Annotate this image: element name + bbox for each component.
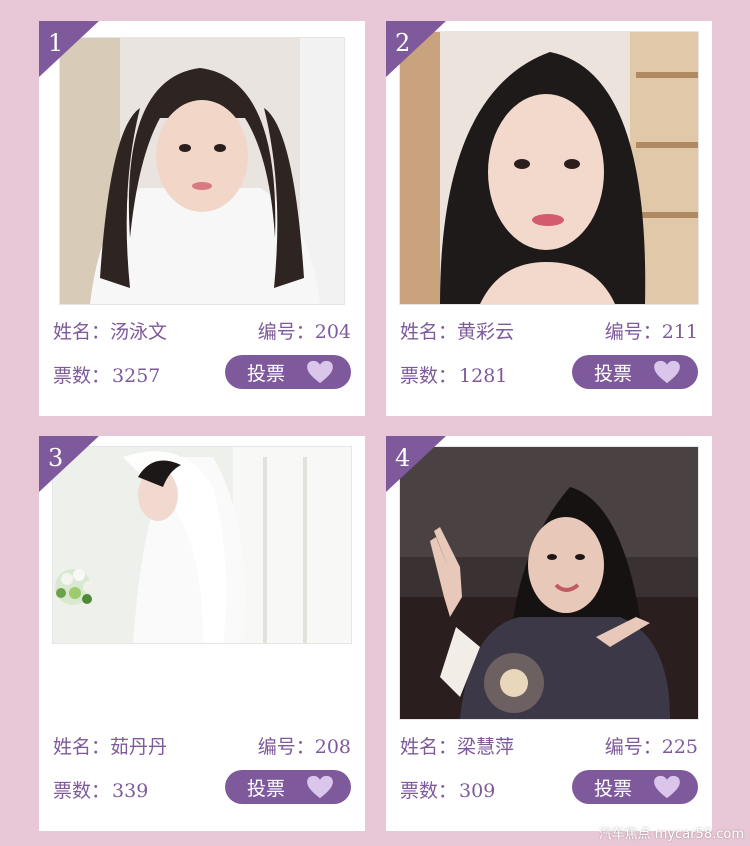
- number-label: 编号：: [257, 736, 315, 758]
- vote-button-label: 投票: [594, 778, 633, 800]
- vote-button[interactable]: 投票: [572, 355, 698, 389]
- vote-button[interactable]: 投票: [225, 770, 351, 804]
- vote-button-label: 投票: [247, 778, 286, 800]
- number-value: 204: [314, 321, 351, 343]
- contestant-card-2: 2 姓名：黄彩云 编号：211 票数： 1281 投票: [386, 21, 712, 416]
- vote-button[interactable]: 投票: [225, 355, 351, 389]
- heart-icon: [307, 360, 333, 384]
- name-label: 姓名：: [53, 736, 111, 758]
- contestant-number: 编号：204: [258, 317, 351, 344]
- votes-count: 1281: [459, 365, 508, 387]
- number-label: 编号：: [257, 321, 315, 343]
- number-value: 211: [661, 321, 698, 343]
- name-label: 姓名：: [400, 736, 458, 758]
- heart-icon: [654, 775, 680, 799]
- name-row: 姓名：汤泳文 编号：204: [53, 317, 351, 344]
- contestant-number: 编号：208: [258, 732, 351, 759]
- contestant-card-3: 3 姓名：茹丹丹 编号：208 票数： 339 投票: [39, 436, 365, 831]
- contestant-number: 编号：225: [605, 732, 698, 759]
- rank-badge: 2: [386, 21, 446, 85]
- votes-label: 票数：: [400, 780, 458, 802]
- number-value: 225: [661, 736, 698, 758]
- number-value: 208: [314, 736, 351, 758]
- contestant-name: 梁慧萍: [457, 736, 515, 758]
- name-label: 姓名：: [400, 321, 458, 343]
- rank-badge: 3: [39, 436, 99, 500]
- rank-number: 1: [48, 29, 64, 57]
- votes-count: 339: [112, 780, 149, 802]
- vote-row: 票数： 339 投票: [53, 770, 351, 804]
- contestant-card-1: 1 姓名：汤泳文 编号：204 票数： 3257 投票: [39, 21, 365, 416]
- contestant-number: 编号：211: [605, 317, 698, 344]
- vote-row: 票数： 309 投票: [400, 770, 698, 804]
- name-row: 姓名：茹丹丹 编号：208: [53, 732, 351, 759]
- votes-count: 3257: [112, 365, 161, 387]
- contestant-name: 茹丹丹: [110, 736, 168, 758]
- vote-button-label: 投票: [594, 363, 633, 385]
- number-label: 编号：: [604, 321, 662, 343]
- votes-label: 票数：: [400, 365, 458, 387]
- rank-number: 3: [48, 444, 64, 472]
- rank-badge: 4: [386, 436, 446, 500]
- heart-icon: [654, 360, 680, 384]
- contestant-card-4: 4 姓名：梁慧萍 编号：225 票数： 309 投票: [386, 436, 712, 831]
- vote-row: 票数： 1281 投票: [400, 355, 698, 389]
- rank-badge: 1: [39, 21, 99, 85]
- name-row: 姓名：黄彩云 编号：211: [400, 317, 698, 344]
- rank-number: 4: [395, 444, 411, 472]
- name-row: 姓名：梁慧萍 编号：225: [400, 732, 698, 759]
- heart-icon: [307, 775, 333, 799]
- vote-button-label: 投票: [247, 363, 286, 385]
- contestant-name: 汤泳文: [110, 321, 168, 343]
- number-label: 编号：: [604, 736, 662, 758]
- rank-number: 2: [395, 29, 411, 57]
- votes-count: 309: [459, 780, 496, 802]
- watermark: 汽车焦点 mycar58.com: [598, 827, 744, 842]
- vote-button[interactable]: 投票: [572, 770, 698, 804]
- votes-label: 票数：: [53, 780, 111, 802]
- vote-row: 票数： 3257 投票: [53, 355, 351, 389]
- name-label: 姓名：: [53, 321, 111, 343]
- contestant-photo[interactable]: [59, 37, 345, 305]
- votes-label: 票数：: [53, 365, 111, 387]
- contestant-name: 黄彩云: [457, 321, 515, 343]
